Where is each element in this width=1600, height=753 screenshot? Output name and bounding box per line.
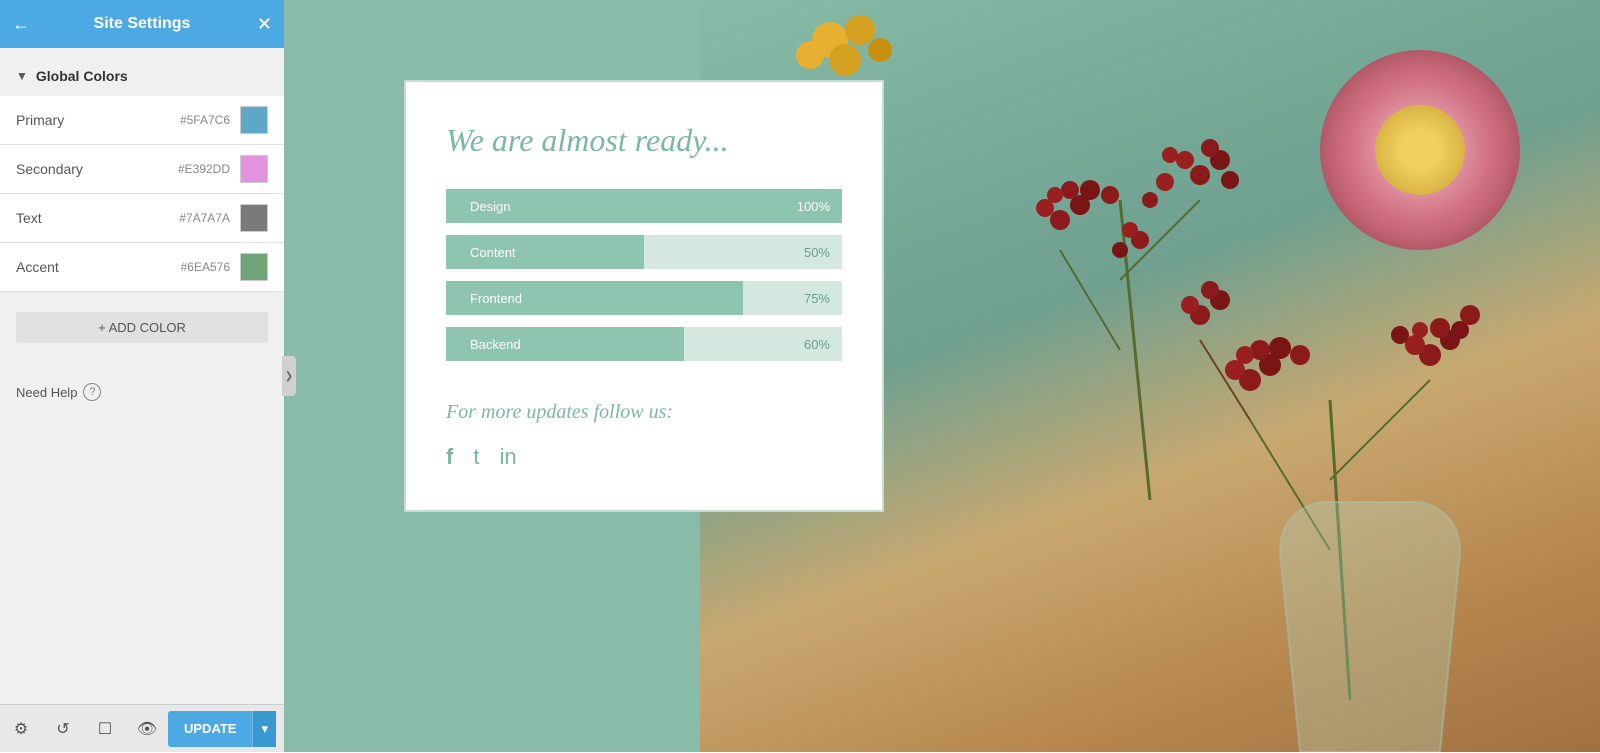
color-hex-accent: #6EA576 — [181, 260, 230, 274]
facebook-icon[interactable]: f — [446, 444, 453, 470]
eye-icon[interactable]: 👁 — [126, 705, 168, 753]
section-label: Global Colors — [36, 68, 128, 84]
color-label-accent: Accent — [16, 259, 181, 275]
collapse-handle[interactable]: ❯ — [282, 356, 296, 396]
need-help-section: Need Help ? — [0, 363, 284, 421]
preview-title: We are almost ready... — [446, 122, 842, 159]
need-help-label: Need Help — [16, 385, 77, 400]
sidebar-title: Site Settings — [94, 15, 191, 33]
progress-bar-frontend: Frontend 75% — [446, 281, 842, 315]
bar-percent-design: 100% — [797, 199, 830, 214]
color-hex-secondary: #E392DD — [178, 162, 230, 176]
color-swatch-accent[interactable] — [240, 253, 268, 281]
color-swatch-primary[interactable] — [240, 106, 268, 134]
color-label-primary: Primary — [16, 112, 180, 128]
close-button[interactable]: ✕ — [257, 14, 272, 35]
desktop-icon[interactable]: ☐ — [84, 705, 126, 753]
linkedin-icon[interactable]: in — [499, 444, 516, 470]
color-swatch-text[interactable] — [240, 204, 268, 232]
global-colors-section[interactable]: ▼ Global Colors — [0, 64, 284, 96]
chevron-icon: ▼ — [16, 69, 28, 83]
settings-icon[interactable]: ⚙ — [0, 705, 42, 753]
follow-text: For more updates follow us: — [446, 401, 842, 424]
update-dropdown-button[interactable]: ▾ — [252, 711, 276, 747]
progress-bars: Design 100% Content 50% Frontend — [446, 189, 842, 361]
progress-bar-design: Design 100% — [446, 189, 842, 223]
bar-label-design: Design — [458, 199, 510, 214]
color-label-secondary: Secondary — [16, 161, 178, 177]
update-button-group: UPDATE ▾ — [168, 711, 276, 747]
main-preview-area: We are almost ready... Design 100% Conte… — [284, 0, 1600, 752]
color-row-text: Text #7A7A7A — [0, 194, 284, 243]
add-color-button[interactable]: + ADD COLOR — [16, 312, 268, 343]
color-hex-primary: #5FA7C6 — [180, 113, 230, 127]
bar-label-backend: Backend — [458, 337, 521, 352]
color-row-accent: Accent #6EA576 — [0, 243, 284, 292]
twitter-icon[interactable]: t — [473, 444, 479, 470]
bar-label-content: Content — [458, 245, 516, 260]
progress-bar-backend: Backend 60% — [446, 327, 842, 361]
color-row-primary: Primary #5FA7C6 — [0, 96, 284, 145]
add-color-section: + ADD COLOR — [0, 292, 284, 363]
bar-percent-frontend: 75% — [804, 291, 830, 306]
color-label-text: Text — [16, 210, 179, 226]
collapse-icon: ❯ — [285, 371, 293, 382]
vase-decoration — [1220, 452, 1520, 752]
back-button[interactable]: ← — [12, 14, 30, 35]
preview-card: We are almost ready... Design 100% Conte… — [404, 80, 884, 512]
bar-percent-backend: 60% — [804, 337, 830, 352]
color-hex-text: #7A7A7A — [179, 211, 230, 225]
sidebar-content: ▼ Global Colors Primary #5FA7C6 Secondar… — [0, 48, 284, 752]
help-icon[interactable]: ? — [83, 383, 101, 401]
bar-percent-content: 50% — [804, 245, 830, 260]
sidebar-header: ← Site Settings ✕ — [0, 0, 284, 48]
color-swatch-secondary[interactable] — [240, 155, 268, 183]
bar-label-frontend: Frontend — [458, 291, 522, 306]
history-icon[interactable]: ↺ — [42, 705, 84, 753]
color-row-secondary: Secondary #E392DD — [0, 145, 284, 194]
update-button[interactable]: UPDATE — [168, 711, 252, 747]
social-icons: f t in — [446, 444, 842, 470]
sidebar: ← Site Settings ✕ ▼ Global Colors Primar… — [0, 0, 284, 752]
progress-bar-content: Content 50% — [446, 235, 842, 269]
bottom-toolbar: ⚙ ↺ ☐ 👁 UPDATE ▾ — [0, 704, 284, 752]
